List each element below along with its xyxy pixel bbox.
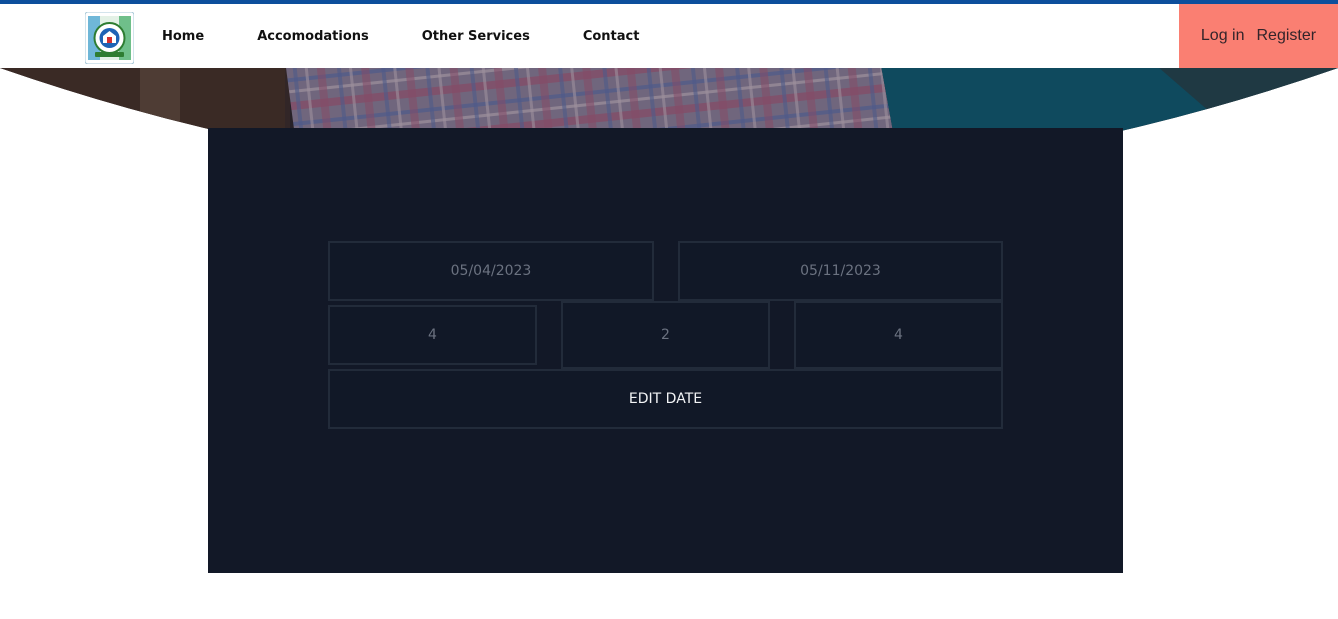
login-link[interactable]: Log in xyxy=(1201,27,1245,45)
guests-input-3[interactable]: 4 xyxy=(794,301,1003,369)
register-link[interactable]: Register xyxy=(1257,27,1317,45)
check-in-date-input[interactable]: 05/04/2023 xyxy=(328,241,654,301)
page: Home Accomodations Other Services Contac… xyxy=(0,0,1338,619)
guests-input-1[interactable]: 4 xyxy=(328,305,537,365)
navbar: Home Accomodations Other Services Contac… xyxy=(0,4,1338,68)
nav-home-link[interactable]: Home xyxy=(162,29,204,44)
nav-other-services-link[interactable]: Other Services xyxy=(422,29,530,44)
edit-date-button[interactable]: EDIT DATE xyxy=(328,369,1003,429)
nav-accomodations-link[interactable]: Accomodations xyxy=(257,29,369,44)
auth-box: Log in Register xyxy=(1179,4,1338,68)
nav-contact-link[interactable]: Contact xyxy=(583,29,640,44)
nav-links: Home Accomodations Other Services Contac… xyxy=(162,4,692,68)
guests-input-2[interactable]: 2 xyxy=(561,301,770,369)
school-crest-logo-icon[interactable] xyxy=(85,12,134,64)
check-out-date-input[interactable]: 05/11/2023 xyxy=(678,241,1003,301)
